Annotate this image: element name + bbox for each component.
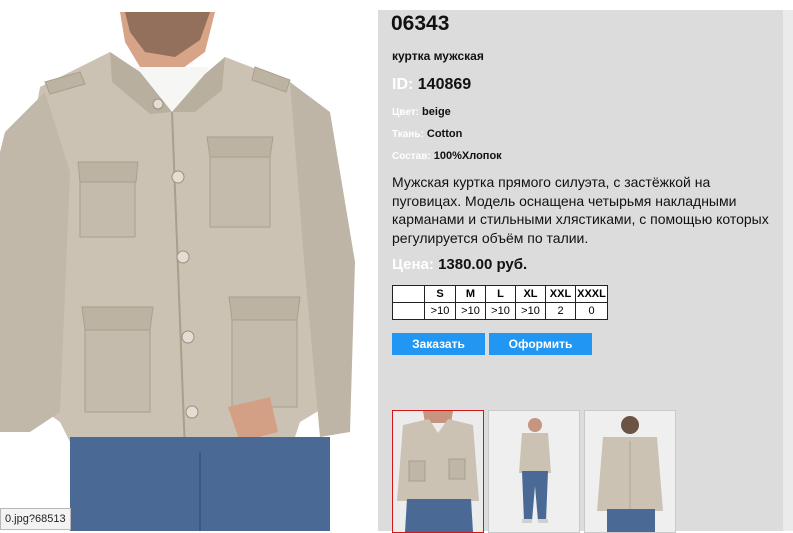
product-main-photo[interactable] <box>0 12 375 531</box>
product-id: ID: 140869 <box>392 76 471 94</box>
attribute-value: 100%Хлопок <box>433 150 502 162</box>
attribute-label: Ткань: <box>392 129 424 140</box>
thumbnail-front-image <box>393 411 483 532</box>
size-stock-cell: >10 <box>515 302 546 320</box>
thumbnail-back[interactable] <box>584 410 676 533</box>
size-header-cell[interactable]: S <box>424 285 456 303</box>
size-header-cell[interactable]: XXXL <box>575 285 608 303</box>
attribute-value: Cotton <box>426 128 463 140</box>
attribute-color: Цвет: beige <box>392 106 451 118</box>
page-edge <box>783 10 793 531</box>
size-header-cell <box>392 285 425 303</box>
attribute-composition: Состав: 100%Хлопок <box>392 150 502 162</box>
status-bar-url: 0.jpg?68513 <box>0 508 71 530</box>
size-header-row: S M L XL XXL XXXL <box>392 285 608 303</box>
thumbnail-full-image <box>489 411 579 532</box>
attribute-label: Состав: <box>392 151 431 162</box>
size-header-cell[interactable]: L <box>485 285 516 303</box>
checkout-button[interactable]: Оформить <box>489 333 592 355</box>
order-button[interactable]: Заказать <box>392 333 485 355</box>
size-stock-cell: 2 <box>545 302 576 320</box>
size-header-cell[interactable]: XXL <box>545 285 576 303</box>
size-header-cell[interactable]: XL <box>515 285 546 303</box>
product-description: Мужская куртка прямого силуэта, с застёж… <box>392 174 769 246</box>
size-stock-cell: >10 <box>424 302 456 320</box>
id-value: 140869 <box>417 76 472 93</box>
product-subtitle: куртка мужская <box>392 49 484 63</box>
size-table: S M L XL XXL XXXL >10 >10 >10 >10 2 0 <box>392 285 608 320</box>
thumbnail-front[interactable] <box>392 410 484 533</box>
attribute-label: Цвет: <box>392 107 419 118</box>
size-header-cell[interactable]: M <box>455 285 486 303</box>
id-label: ID: <box>392 76 414 93</box>
price-label: Цена: <box>392 256 434 273</box>
size-stock-row: >10 >10 >10 >10 2 0 <box>392 302 608 320</box>
product-code: 06343 <box>391 12 450 35</box>
size-stock-cell: >10 <box>455 302 486 320</box>
price-value: 1380.00 руб. <box>438 256 528 273</box>
attribute-value: beige <box>422 106 451 118</box>
size-stock-cell: 0 <box>575 302 608 320</box>
product-price: Цена: 1380.00 руб. <box>392 256 527 273</box>
thumbnail-full[interactable] <box>488 410 580 533</box>
attribute-fabric: Ткань: Cotton <box>392 128 462 140</box>
jacket-illustration <box>0 12 375 531</box>
thumbnail-back-image <box>585 411 675 532</box>
size-stock-cell: >10 <box>485 302 516 320</box>
size-stock-cell <box>392 302 425 320</box>
